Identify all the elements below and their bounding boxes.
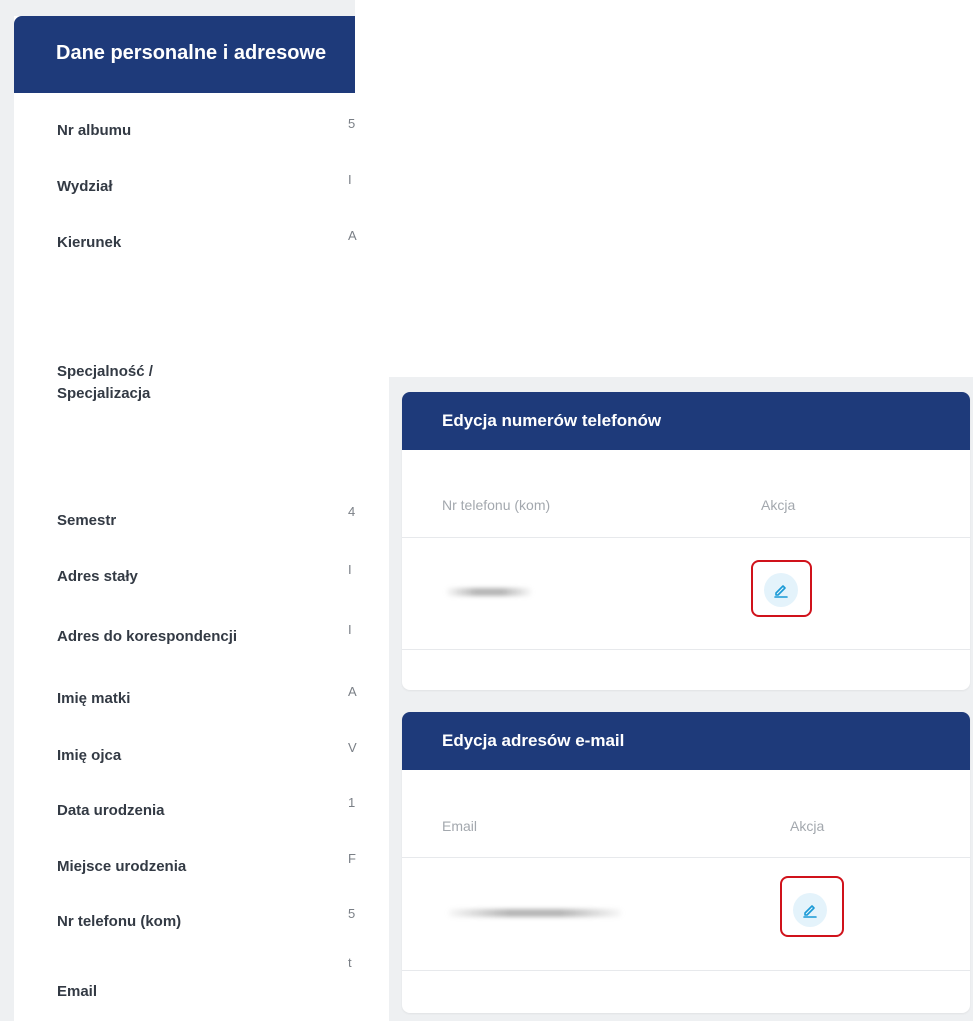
phone-edit-header: Edycja numerów telefonów [402, 392, 970, 450]
field-value-wydzial: I [348, 172, 352, 187]
field-label-miejsce-urodzenia: Miejsce urodzenia [57, 858, 187, 875]
field-value-kierunek: A [348, 228, 357, 243]
column-header-action: Akcja [790, 818, 825, 834]
table-divider [402, 857, 970, 858]
field-label-wydzial: Wydział [57, 178, 113, 195]
field-value-imie-matki: A [348, 684, 357, 699]
phone-edit-card: Edycja numerów telefonów Nr telefonu (ko… [402, 392, 970, 690]
field-value-data-urodzenia: 1 [348, 795, 356, 810]
blurred-phone-value [446, 588, 532, 596]
field-value-nr-albumu: 5 [348, 116, 356, 131]
personal-data-card: Dane personalne i adresowe Nr albumu 5 W… [14, 16, 357, 1021]
column-header-action: Akcja [761, 497, 796, 513]
field-label-imie-matki: Imię matki [57, 690, 131, 707]
field-label-semestr: Semestr [57, 512, 117, 529]
table-divider [402, 649, 970, 650]
field-value-adres-staly: I [348, 562, 352, 577]
field-value-email: t [348, 955, 352, 970]
field-label-data-urodzenia: Data urodzenia [57, 802, 165, 819]
column-header-email: Email [442, 818, 478, 834]
table-divider [402, 537, 970, 538]
phone-edit-title: Edycja numerów telefonów [442, 411, 662, 430]
field-label-adres-korespondencji: Adres do korespondencji [57, 628, 238, 645]
field-value-nr-telefonu: 5 [348, 906, 356, 921]
edit-phone-highlight [751, 560, 812, 617]
field-label-adres-staly: Adres stały [57, 568, 138, 585]
personal-data-panel: Dane personalne i adresowe Nr albumu 5 W… [0, 0, 357, 1021]
email-edit-title: Edycja adresów e-mail [442, 731, 625, 750]
field-label-nr-telefonu: Nr telefonu (kom) [57, 913, 182, 930]
field-label-email: Email [57, 983, 98, 1000]
edit-email-highlight [780, 876, 844, 937]
field-label-specjalnosc: Specjalność / [57, 363, 153, 380]
field-label-specjalizacja: Specjalizacja [57, 385, 151, 402]
field-value-adres-korespondencji: I [348, 622, 352, 637]
email-edit-header: Edycja adresów e-mail [402, 712, 970, 770]
personal-data-title: Dane personalne i adresowe [56, 42, 327, 64]
email-edit-card: Edycja adresów e-mail Email Akcja [402, 712, 970, 1013]
field-value-miejsce-urodzenia: F [348, 851, 356, 866]
column-header-phone: Nr telefonu (kom) [442, 497, 551, 513]
table-divider [402, 970, 970, 971]
personal-data-header: Dane personalne i adresowe [14, 16, 355, 93]
field-label-nr-albumu: Nr albumu [57, 122, 132, 139]
field-value-imie-ojca: V [348, 740, 357, 755]
blurred-email-value [448, 909, 622, 917]
field-label-imie-ojca: Imię ojca [57, 747, 122, 764]
field-label-kierunek: Kierunek [57, 234, 122, 251]
field-value-semestr: 4 [348, 504, 356, 519]
